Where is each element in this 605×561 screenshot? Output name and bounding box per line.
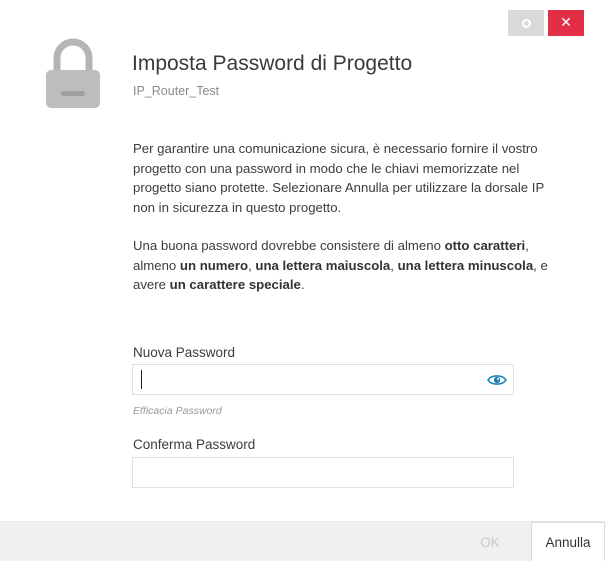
dialog-title: Imposta Password di Progetto [132, 52, 413, 75]
ok-button[interactable]: OK [455, 522, 525, 561]
dialog-footer: OK Annulla [0, 521, 605, 561]
new-password-label: Nuova Password [133, 345, 236, 360]
eye-icon[interactable] [487, 373, 507, 387]
close-button[interactable]: ✕ [548, 10, 584, 36]
confirm-password-label: Conferma Password [133, 437, 256, 452]
password-guidelines: Una buona password dovrebbe consistere d… [133, 238, 548, 292]
text-caret [141, 370, 142, 389]
close-icon: ✕ [560, 15, 572, 31]
new-password-field[interactable] [132, 364, 514, 395]
confirm-password-field[interactable] [132, 457, 514, 488]
restore-button[interactable] [508, 10, 544, 36]
security-explanation: Per garantire una comunicazione sicura, … [133, 141, 545, 215]
password-strength-label: Efficacia Password [133, 405, 222, 417]
padlock-icon [46, 38, 100, 108]
cancel-button[interactable]: Annulla [531, 522, 605, 561]
project-name: IP_Router_Test [133, 84, 220, 98]
restore-icon [521, 18, 531, 28]
